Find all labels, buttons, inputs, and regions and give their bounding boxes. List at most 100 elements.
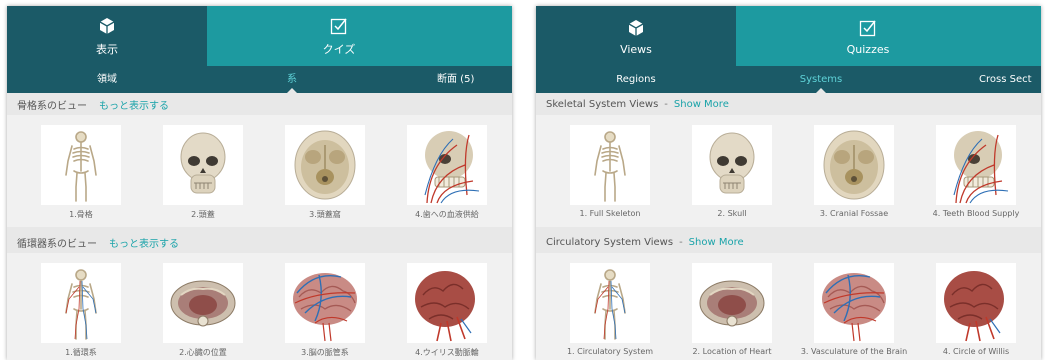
thumb-caption: 3.頭蓋窩 — [309, 210, 341, 219]
circle-of-willis-image — [944, 271, 1004, 342]
thumb-caption: 3.脳の脈管系 — [301, 348, 349, 357]
thumb-circle-of-willis[interactable] — [407, 263, 487, 343]
tab-views[interactable]: Views — [536, 6, 736, 66]
subtab-systems-label: 系 — [287, 74, 297, 85]
thumb-teeth-blood[interactable] — [936, 125, 1016, 205]
subtab-regions-label: Regions — [616, 74, 656, 85]
thumb-caption: 2. Location of Heart — [692, 347, 772, 356]
show-more-link[interactable]: もっと表示する — [109, 235, 179, 250]
circulatory-image — [594, 269, 626, 340]
subtab-cross-label: Cross Sect — [979, 74, 1032, 85]
thumb-caption: 2.心臓の位置 — [179, 348, 227, 357]
cube-icon — [99, 15, 115, 37]
title-separator: - — [664, 98, 668, 110]
tab-views[interactable]: 表示 — [7, 6, 207, 66]
thumbnail-grid: 1. Full Skeleton 2. Skull 3. Cranial Fos… — [536, 115, 1041, 227]
subtab-cross-sections[interactable]: Cross Sect — [979, 66, 1041, 93]
thumb-skull[interactable] — [692, 125, 772, 205]
heart-location-image — [699, 280, 765, 327]
tab-views-label: 表示 — [96, 43, 118, 56]
section-circulatory: Circulatory System Views - Show More 1. … — [536, 231, 1041, 360]
thumb-brain-vessels[interactable] — [285, 263, 365, 343]
thumbnail-grid: 1.骨格 2.頭蓋 3.頭蓋窩 4.歯への血液供給 — [7, 115, 512, 227]
tab-quizzes[interactable]: クイズ — [207, 6, 471, 66]
circulatory-image — [65, 269, 97, 340]
section-header: 循環器系のビュー もっと表示する — [7, 231, 512, 253]
section-header: 骨格系のビュー もっと表示する — [7, 93, 512, 115]
thumbnail-grid: 1. Circulatory System 2. Location of Hea… — [536, 253, 1041, 360]
thumb-heart-location[interactable] — [163, 263, 243, 343]
thumb-circle-of-willis[interactable] — [936, 263, 1016, 343]
tab-tools[interactable]: To — [1000, 6, 1041, 66]
tab-quizzes[interactable]: Quizzes — [736, 6, 1000, 66]
subtab-regions[interactable]: 領域 — [7, 66, 207, 93]
tab-quizzes-label: クイズ — [322, 43, 356, 56]
section-skeletal: 骨格系のビュー もっと表示する 1.骨格 2.頭蓋 3.頭蓋窩 4.歯への血液供… — [7, 93, 512, 227]
thumb-circulatory[interactable] — [41, 263, 121, 343]
thumb-caption: 1.循環系 — [65, 348, 97, 357]
section-title: Circulatory System Views — [546, 236, 674, 248]
subtab-systems[interactable]: Systems — [736, 66, 906, 94]
skull-image — [180, 132, 226, 194]
brain-vessels-image — [293, 273, 357, 342]
thumb-teeth-blood[interactable] — [407, 125, 487, 205]
subtab-systems-label: Systems — [799, 74, 843, 85]
section-title: Skeletal System Views — [546, 98, 659, 110]
thumb-caption: 4.ウイリス動脈輪 — [415, 348, 479, 357]
subtab-cross-label: 断面 (5) — [437, 74, 475, 85]
thumb-caption: 2. Skull — [717, 209, 747, 218]
section-header: Skeletal System Views - Show More — [536, 93, 1041, 115]
thumb-caption: 2.頭蓋 — [191, 210, 215, 219]
section-header: Circulatory System Views - Show More — [536, 231, 1041, 253]
show-more-link[interactable]: Show More — [674, 99, 729, 110]
thumb-caption: 1. Circulatory System — [566, 347, 654, 356]
thumb-cranial-fossae[interactable] — [285, 125, 365, 205]
subtab-regions-label: 領域 — [97, 74, 117, 85]
subtab-systems[interactable]: 系 — [207, 66, 377, 94]
show-more-link[interactable]: Show More — [689, 237, 744, 248]
thumb-caption: 3. Cranial Fossae — [819, 209, 889, 218]
show-more-link[interactable]: もっと表示する — [99, 97, 169, 112]
thumb-brain-vessels[interactable] — [814, 263, 894, 343]
skull-image — [709, 132, 755, 194]
thumb-caption: 1. Full Skeleton — [579, 209, 641, 218]
cranial-fossae-image — [294, 130, 356, 200]
subtab-regions[interactable]: Regions — [536, 66, 736, 93]
cranial-fossae-image — [823, 130, 885, 200]
section-title: 骨格系のビュー — [17, 100, 87, 112]
top-tab-bar: Views Quizzes To — [536, 6, 1041, 66]
thumb-caption: 4.歯への血液供給 — [415, 210, 479, 219]
circle-of-willis-image — [415, 271, 475, 342]
thumbnail-grid: 1.循環系 2.心臓の位置 3.脳の脈管系 4.ウイリス動脈輪 — [7, 253, 512, 360]
thumb-skull[interactable] — [163, 125, 243, 205]
cube-icon — [628, 17, 644, 39]
thumb-skeleton[interactable] — [570, 125, 650, 205]
checkbox-icon — [859, 17, 877, 39]
panel-japanese: 表示 クイズ ツー 領域 系 断面 (5) 骨格系のビ — [7, 6, 512, 360]
screenshot-stage: 表示 クイズ ツー 領域 系 断面 (5) 骨格系のビ — [0, 0, 1045, 360]
skeleton-image — [65, 131, 97, 202]
section-circulatory: 循環器系のビュー もっと表示する 1.循環系 2.心臓の位置 3.脳の脈管系 4… — [7, 231, 512, 360]
checkbox-icon — [330, 15, 348, 37]
thumb-heart-location[interactable] — [692, 263, 772, 343]
content-area: Skeletal System Views - Show More 1. Ful… — [536, 93, 1041, 360]
sub-tab-bar: 領域 系 断面 (5) — [7, 66, 512, 94]
content-area: 骨格系のビュー もっと表示する 1.骨格 2.頭蓋 3.頭蓋窩 4.歯への血液供… — [7, 93, 512, 360]
thumb-skeleton[interactable] — [41, 125, 121, 205]
thumb-circulatory[interactable] — [570, 263, 650, 343]
thumb-cranial-fossae[interactable] — [814, 125, 894, 205]
thumb-caption: 1.骨格 — [69, 210, 93, 219]
section-title: 循環器系のビュー — [17, 238, 97, 250]
skeleton-image — [594, 131, 626, 202]
thumb-caption: 4. Teeth Blood Supply — [932, 209, 1020, 218]
section-skeletal: Skeletal System Views - Show More 1. Ful… — [536, 93, 1041, 227]
thumb-caption: 4. Circle of Willis — [942, 347, 1010, 356]
brain-vessels-image — [822, 273, 886, 342]
tab-tools[interactable]: ツー — [471, 6, 512, 66]
subtab-cross-sections[interactable]: 断面 (5) — [437, 66, 512, 93]
title-separator: - — [679, 236, 683, 248]
heart-location-image — [170, 280, 236, 327]
sub-tab-bar: Regions Systems Cross Sect — [536, 66, 1041, 94]
tab-views-label: Views — [620, 42, 652, 56]
thumb-caption: 3. Vasculature of the Brain — [800, 347, 908, 356]
